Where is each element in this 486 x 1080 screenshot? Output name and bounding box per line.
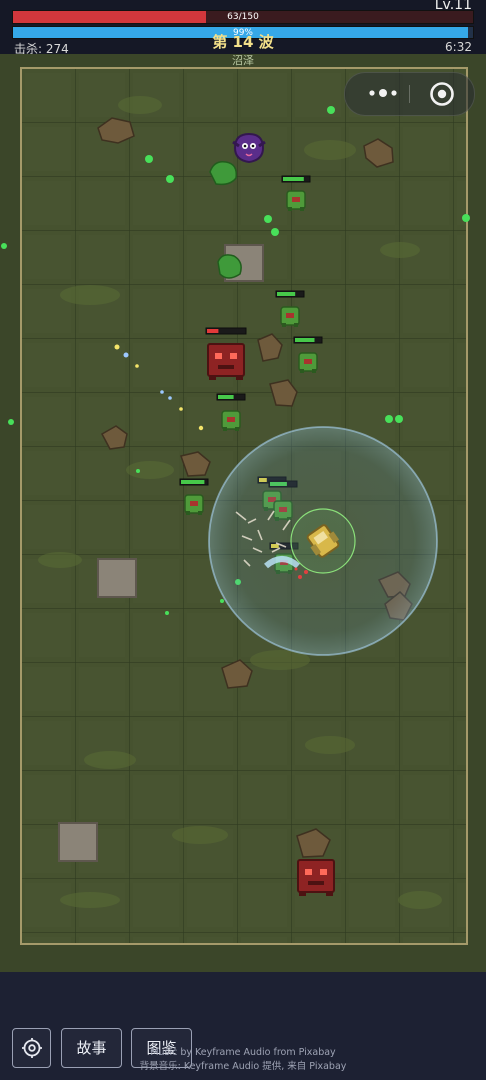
enemy-health-fill bbox=[295, 338, 315, 342]
green-enemy bbox=[221, 410, 241, 432]
gear-icon bbox=[21, 1038, 42, 1058]
green-enemy bbox=[280, 306, 300, 328]
enemy-health-fill bbox=[277, 292, 296, 296]
target-circle-icon[interactable] bbox=[429, 81, 455, 107]
purple-enemy bbox=[232, 132, 266, 164]
enemy-health-fill bbox=[218, 395, 234, 399]
health-bar: 63/150 bbox=[12, 10, 474, 24]
health-text: 63/150 bbox=[227, 12, 259, 22]
green-enemy bbox=[286, 190, 306, 212]
red-enemy bbox=[207, 343, 245, 381]
green-enemy bbox=[184, 494, 204, 516]
menu-capsule bbox=[344, 72, 475, 116]
credits-line-1: Music by Keyframe Audio from Pixabay bbox=[150, 1047, 336, 1058]
biome-name: 沼泽 bbox=[232, 54, 254, 67]
enemy-health-fill bbox=[207, 329, 219, 333]
wave-title: 第 14 波 bbox=[212, 33, 274, 51]
credits-line-2: 背景音乐: Keyframe Audio 提供, 来自 Pixabay bbox=[139, 1061, 347, 1072]
settings-button[interactable] bbox=[12, 1028, 51, 1068]
music-credits: Music by Keyframe Audio from Pixabay 背景音… bbox=[100, 1046, 386, 1074]
capsule-divider bbox=[409, 85, 410, 103]
map-canvas bbox=[0, 54, 486, 972]
green-enemy bbox=[298, 352, 318, 374]
enemy-health-fill bbox=[181, 480, 205, 484]
enemy-health-fill bbox=[283, 177, 304, 181]
red-enemy bbox=[297, 859, 335, 897]
more-dots-icon[interactable] bbox=[363, 81, 403, 105]
game-map[interactable] bbox=[0, 54, 486, 972]
